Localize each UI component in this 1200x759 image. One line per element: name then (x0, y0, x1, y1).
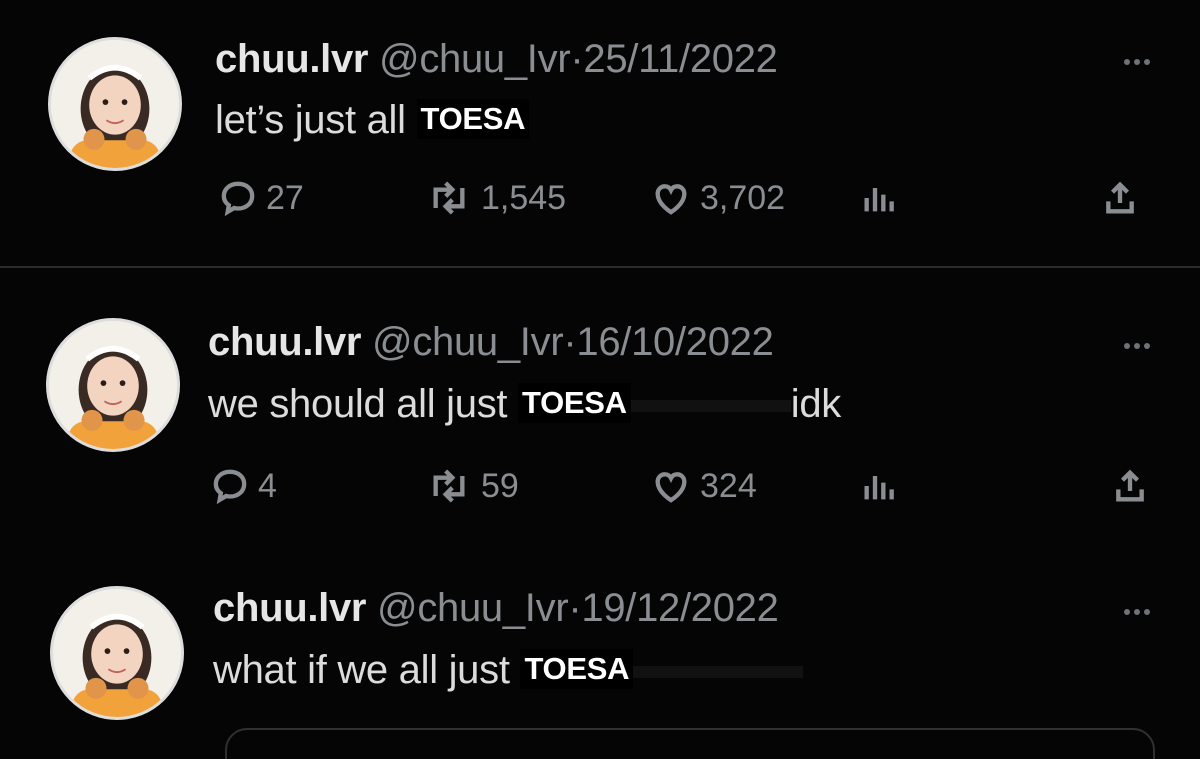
tweet-text: we should all just TOESA idk (208, 382, 841, 427)
tweet-text: what if we all just TOESA (213, 648, 804, 693)
retweet-button[interactable]: 1,545 (425, 178, 566, 218)
reply-button[interactable]: 27 (218, 178, 304, 218)
avatar[interactable] (46, 318, 180, 452)
retweet-count: 1,545 (481, 178, 567, 217)
avatar[interactable] (48, 37, 182, 171)
tweet-2[interactable]: chuu.lvr @chuu_Ivr·16/10/2022 we should … (0, 268, 1200, 548)
tweet-text-after: idk (790, 382, 842, 426)
heart-icon (655, 472, 687, 503)
reply-button[interactable]: 4 (210, 466, 277, 506)
user-handle[interactable]: @chuu_Ivr (377, 586, 569, 630)
analytics-bars-icon (864, 476, 894, 500)
tweet-text-before: let’s just all (215, 98, 417, 142)
display-name[interactable]: chuu.lvr (215, 37, 368, 81)
share-button[interactable] (1110, 466, 1150, 506)
tweet-text-before: what if we all just (213, 648, 521, 692)
like-button[interactable]: 324 (650, 466, 757, 506)
avatar-image (49, 321, 177, 449)
share-button[interactable] (1100, 178, 1140, 218)
separator-dot: · (568, 586, 582, 630)
separator-dot: · (570, 37, 584, 81)
tweet-actions: 27 1,545 3,702 (210, 178, 1160, 228)
like-button[interactable]: 3,702 (650, 178, 785, 218)
retweet-icon (433, 181, 465, 215)
blur-smudge (633, 666, 804, 679)
overlay-word: TOESA (520, 649, 634, 690)
views-button[interactable] (860, 466, 900, 506)
display-name[interactable]: chuu.lvr (208, 320, 361, 364)
tweet-text: let’s just all TOESA (215, 98, 530, 143)
tweet-date[interactable]: 25/11/2022 (583, 37, 778, 81)
avatar[interactable] (50, 586, 184, 720)
views-button[interactable] (860, 178, 900, 218)
separator-dot: · (563, 320, 577, 364)
display-name[interactable]: chuu.lvr (213, 586, 366, 630)
share-upload-icon (1106, 181, 1134, 214)
tweet-text-before: we should all just (208, 382, 519, 426)
user-handle[interactable]: @chuu_Ivr (379, 37, 571, 81)
more-dots-icon[interactable] (1120, 336, 1150, 354)
reply-bubble-icon (221, 181, 255, 217)
overlay-word: TOESA (518, 383, 631, 424)
overlay-word: TOESA (416, 99, 530, 140)
like-count: 324 (700, 466, 757, 505)
tweet-date[interactable]: 16/10/2022 (576, 320, 774, 364)
retweet-icon (433, 469, 465, 503)
tweet-date[interactable]: 19/12/2022 (581, 586, 779, 630)
blur-smudge (630, 400, 791, 413)
user-handle[interactable]: @chuu_Ivr (372, 320, 564, 364)
avatar-image (53, 589, 181, 717)
tweet-1[interactable]: chuu.lvr @chuu_Ivr·25/11/2022 let’s just… (0, 0, 1200, 266)
more-dots-icon[interactable] (1120, 52, 1150, 70)
more-dots-icon[interactable] (1120, 602, 1150, 620)
share-upload-icon (1116, 469, 1144, 502)
quoted-tweet-card[interactable] (225, 728, 1155, 759)
reply-count: 4 (258, 466, 277, 505)
reply-count: 27 (266, 178, 304, 217)
like-count: 3,702 (700, 178, 786, 217)
avatar-image (51, 40, 179, 168)
tweet-actions: 4 59 324 (210, 466, 1160, 516)
analytics-bars-icon (864, 188, 894, 212)
retweet-button[interactable]: 59 (425, 466, 519, 506)
heart-icon (655, 184, 687, 215)
retweet-count: 59 (481, 466, 519, 505)
reply-bubble-icon (213, 469, 247, 505)
